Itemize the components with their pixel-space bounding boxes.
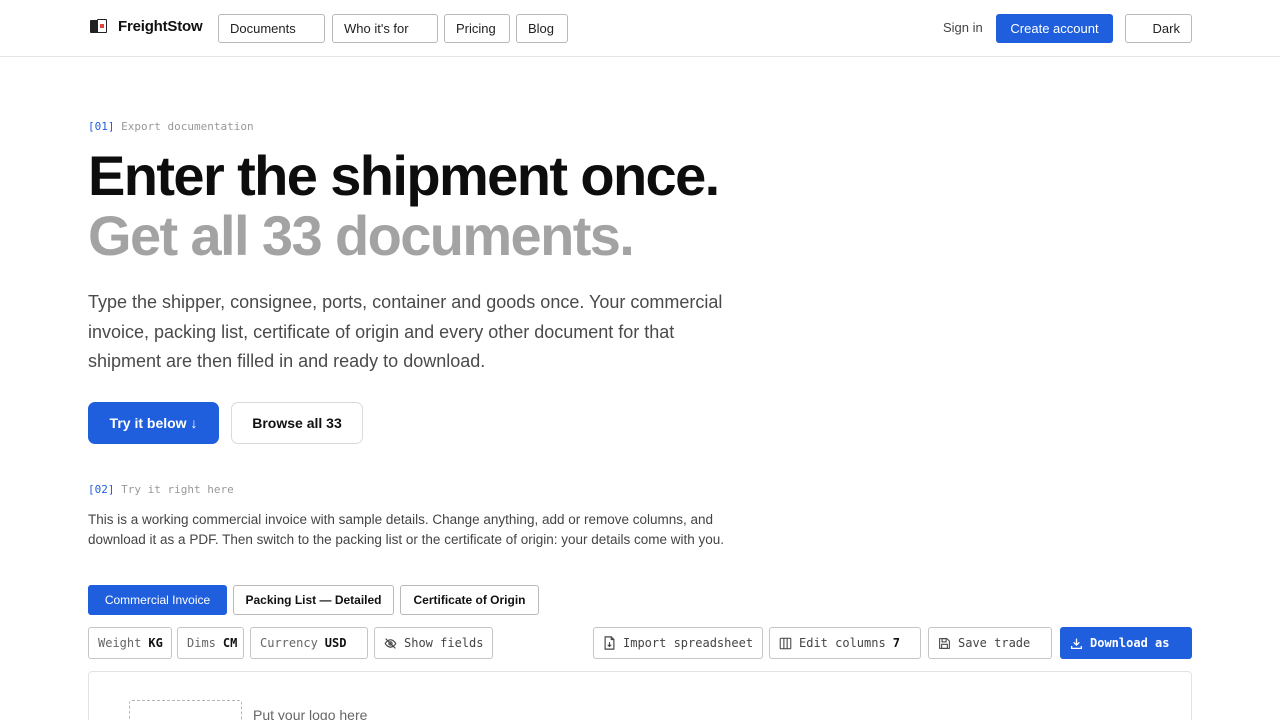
create-account-button[interactable]: Create account xyxy=(996,14,1113,43)
download-button[interactable]: Download as xyxy=(1060,627,1192,659)
demo-eyebrow: [02] Try it right here xyxy=(88,483,234,496)
currency-value: USD xyxy=(324,636,347,650)
section-label: Export documentation xyxy=(121,120,254,133)
dims-label: Dims xyxy=(187,636,216,650)
save-trade-button[interactable]: Save trade xyxy=(928,627,1052,659)
weight-value: KG xyxy=(148,636,163,650)
logo-icon xyxy=(88,17,109,36)
show-fields-button[interactable]: Show fields xyxy=(374,627,493,659)
headline-secondary: Get all 33 documents. xyxy=(88,204,635,267)
tab-commercial-invoice[interactable]: Commercial Invoice xyxy=(88,585,227,615)
logo-upload-hint: Put your logo here xyxy=(253,707,368,720)
brand-logo[interactable]: FreightStow xyxy=(88,17,203,36)
section-eyebrow: [01] Export documentation xyxy=(88,120,254,133)
nav-blog[interactable]: Blog xyxy=(516,14,568,43)
nav-pricing[interactable]: Pricing xyxy=(444,14,510,43)
logo-upload-slot[interactable] xyxy=(129,700,242,720)
sign-in-link[interactable]: Sign in xyxy=(943,20,983,35)
try-it-button[interactable]: Try it below ↓ xyxy=(88,402,219,444)
hero-description: Type the shipper, consignee, ports, cont… xyxy=(88,292,723,371)
brand-name: FreightStow xyxy=(118,18,203,35)
file-import-icon xyxy=(604,636,615,650)
save-trade-label: Save trade xyxy=(958,636,1031,650)
currency-select[interactable]: Currency USD xyxy=(250,627,368,659)
theme-toggle-button[interactable]: Dark xyxy=(1125,14,1192,43)
invoice-editor-card: Put your logo here xyxy=(88,671,1192,720)
currency-label: Currency xyxy=(260,636,318,650)
edit-columns-label: Edit columns xyxy=(799,636,886,650)
import-label: Import spreadsheet xyxy=(623,636,754,650)
weight-unit-select[interactable]: Weight KG xyxy=(88,627,172,659)
tab-certificate-of-origin[interactable]: Certificate of Origin xyxy=(400,585,539,615)
tab-packing-list[interactable]: Packing List — Detailed xyxy=(233,585,394,615)
headline-primary: Enter the shipment once. xyxy=(88,144,720,207)
download-icon xyxy=(1070,638,1083,649)
demo-description: This is a working commercial invoice wit… xyxy=(88,512,725,547)
columns-icon xyxy=(779,637,792,649)
show-fields-label: Show fields xyxy=(404,636,484,650)
columns-count: 7 xyxy=(892,636,900,650)
nav-who-its-for[interactable]: Who it's for xyxy=(332,14,438,43)
edit-columns-button[interactable]: Edit columns 7 xyxy=(769,627,921,659)
eye-off-icon xyxy=(384,637,397,649)
top-navigation: FreightStow Documents Who it's for Prici… xyxy=(0,0,1280,57)
nav-documents[interactable]: Documents xyxy=(218,14,325,43)
demo-section-number: [02] xyxy=(88,483,115,496)
dims-unit-select[interactable]: Dims CM xyxy=(177,627,244,659)
demo-section-label: Try it right here xyxy=(121,483,234,496)
dims-value: CM xyxy=(222,636,238,650)
weight-label: Weight xyxy=(98,636,142,650)
section-number: [01] xyxy=(88,120,115,133)
download-label: Download as xyxy=(1090,636,1170,650)
save-icon xyxy=(939,637,950,649)
browse-all-button[interactable]: Browse all 33 xyxy=(231,402,363,444)
import-spreadsheet-button[interactable]: Import spreadsheet xyxy=(593,627,763,659)
